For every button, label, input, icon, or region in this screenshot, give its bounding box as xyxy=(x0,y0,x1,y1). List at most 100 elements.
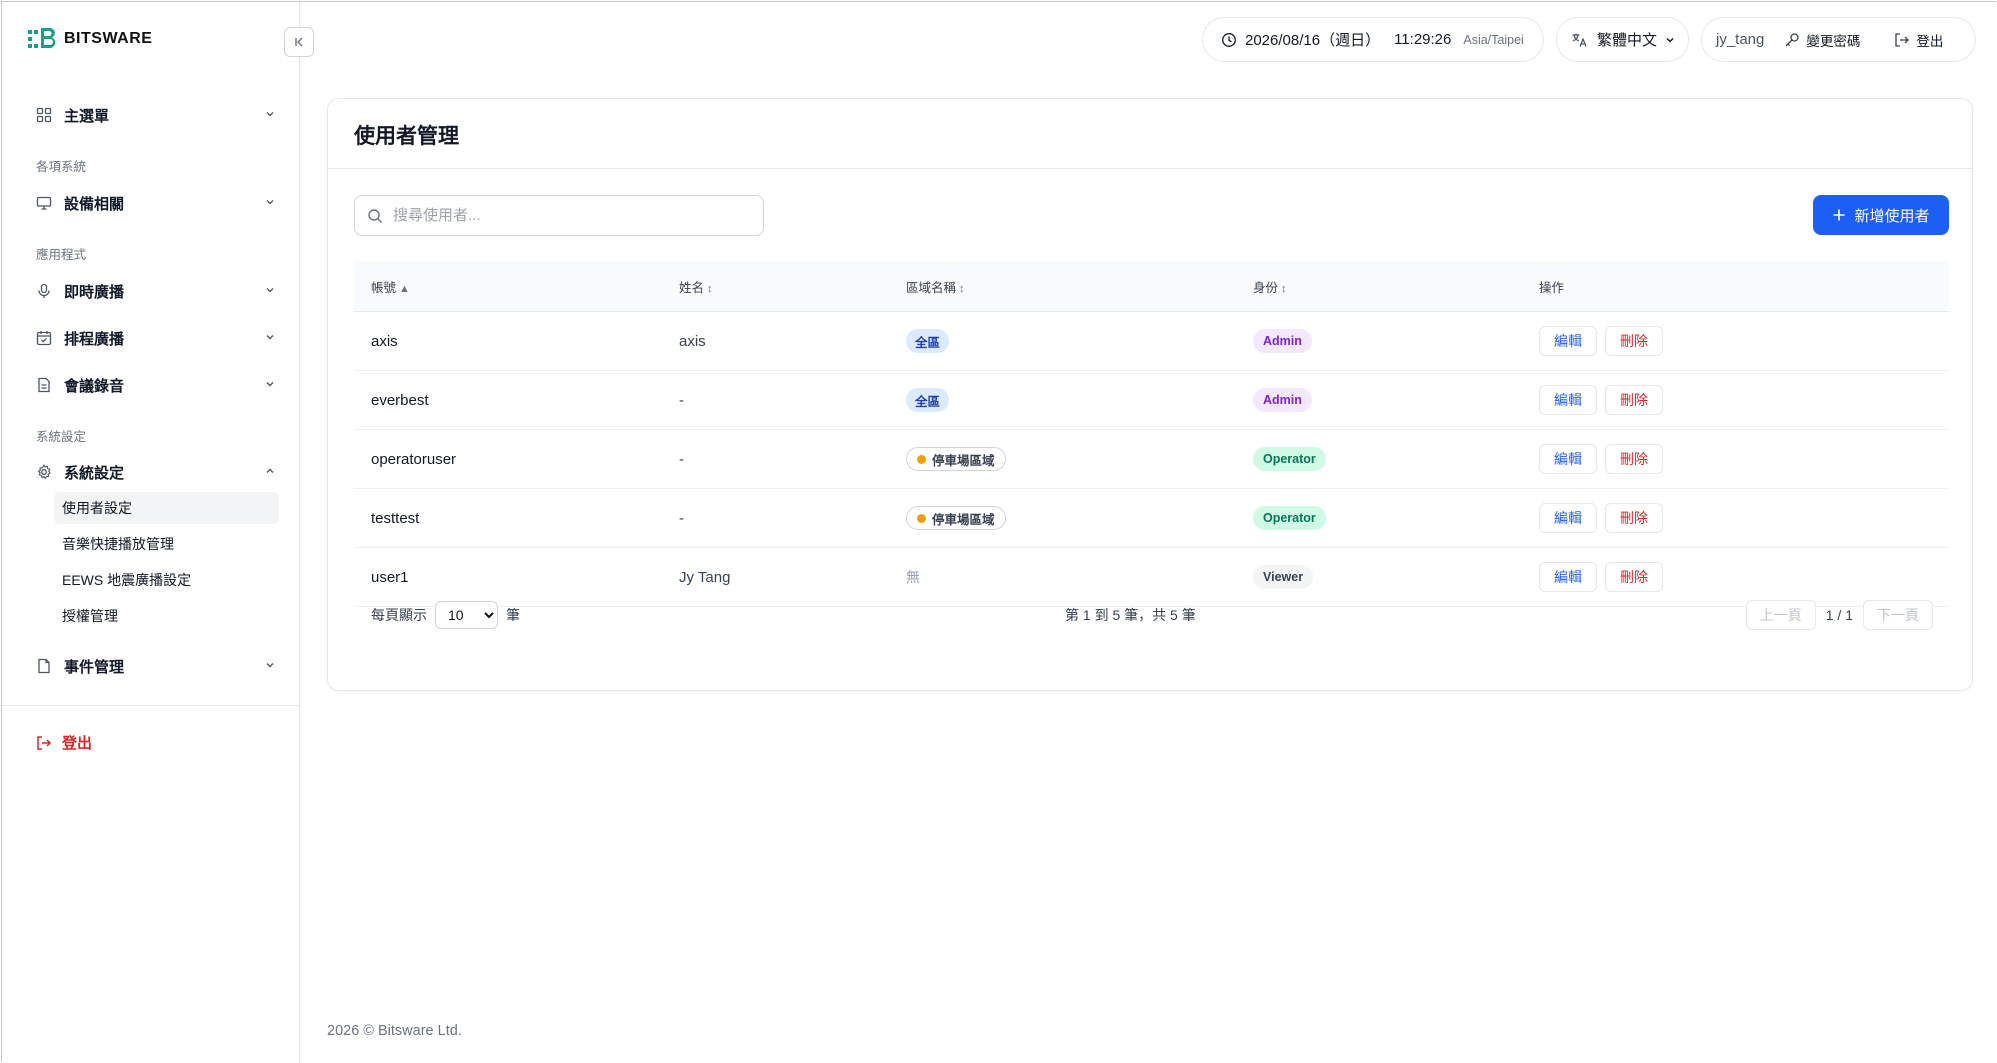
search-icon xyxy=(368,208,382,223)
per-page-label: 每頁顯示 xyxy=(371,607,427,623)
cell-role: Operator xyxy=(1253,447,1539,471)
change-password-label: 變更密碼 xyxy=(1806,33,1861,49)
brand-name: BITSWARE xyxy=(64,30,153,47)
username: jy_tang xyxy=(1716,31,1765,48)
zone-badge: 停車場區域 xyxy=(906,506,1006,530)
nav-system-settings[interactable]: 系統設定 xyxy=(36,457,276,487)
cell-name: - xyxy=(679,509,684,527)
search-input[interactable] xyxy=(393,207,753,224)
per-page-select[interactable]: 10 xyxy=(435,601,498,629)
cell-actions: 編輯 刪除 xyxy=(1539,444,1949,474)
edit-button[interactable]: 編輯 xyxy=(1539,503,1597,533)
add-user-button[interactable]: 新增使用者 xyxy=(1813,195,1949,235)
sub-item-license[interactable]: 授權管理 xyxy=(54,600,279,632)
section-systems: 各項系統 xyxy=(36,160,87,174)
sidebar-logout-button[interactable]: 登出 xyxy=(36,732,92,753)
plus-icon xyxy=(1833,209,1845,221)
role-badge: Admin xyxy=(1253,329,1312,353)
cell-actions: 編輯 刪除 xyxy=(1539,503,1949,533)
delete-button[interactable]: 刪除 xyxy=(1605,326,1663,356)
cell-name: axis xyxy=(679,332,706,350)
nav-system-settings-label: 系統設定 xyxy=(64,464,125,482)
chevron-down-icon xyxy=(266,200,274,205)
cell-actions: 編輯 刪除 xyxy=(1539,562,1949,592)
top-logout-label: 登出 xyxy=(1916,33,1944,49)
logout-icon xyxy=(1895,32,1910,47)
card-divider xyxy=(328,168,1972,169)
nav-scheduled-broadcast-label: 排程廣播 xyxy=(64,330,125,348)
nav-main-menu-label: 主選單 xyxy=(64,107,110,125)
pagination: 每頁顯示 10 筆 第 1 到 5 筆，共 5 筆 上一頁 1 / 1 下一頁 xyxy=(354,593,1949,637)
chevron-down-icon xyxy=(266,112,274,117)
zone-label: 停車場區域 xyxy=(932,512,995,527)
next-page-button[interactable]: 下一頁 xyxy=(1863,600,1933,630)
footer-copyright: 2026 © Bitsware Ltd. xyxy=(327,1023,462,1039)
table-row: axis axis 全區 Admin 編輯 刪除 xyxy=(354,312,1949,371)
top-logout-button[interactable]: 登出 xyxy=(1894,30,1943,50)
cell-zone: 停車場區域 xyxy=(906,447,1253,471)
header-account[interactable]: 帳號 ▲ xyxy=(354,277,679,296)
language-label: 繁體中文 xyxy=(1597,32,1658,49)
logo-mark-icon xyxy=(28,26,58,52)
page-title: 使用者管理 xyxy=(354,125,459,148)
zone-badge: 全區 xyxy=(906,329,950,353)
sub-item-user-settings[interactable]: 使用者設定 xyxy=(54,492,279,524)
delete-button[interactable]: 刪除 xyxy=(1605,503,1663,533)
sub-item-music-shortcut[interactable]: 音樂快捷播放管理 xyxy=(54,528,279,560)
chevron-down-icon xyxy=(266,382,274,387)
cell-zone: 全區 xyxy=(906,329,1253,353)
chevron-down-icon xyxy=(1666,37,1674,43)
search-box[interactable] xyxy=(354,195,764,236)
nav-meeting-recording-label: 會議錄音 xyxy=(64,377,125,395)
language-selector[interactable]: 繁體中文 xyxy=(1556,17,1689,62)
delete-button[interactable]: 刪除 xyxy=(1605,444,1663,474)
sort-icon: ↕ xyxy=(1281,282,1287,295)
sub-item-eews-settings[interactable]: EEWS 地震廣播設定 xyxy=(54,564,279,596)
delete-button[interactable]: 刪除 xyxy=(1605,562,1663,592)
cell-zone: 停車場區域 xyxy=(906,506,1253,530)
nav-meeting-recording[interactable]: 會議錄音 xyxy=(36,370,276,400)
cell-account: operatoruser xyxy=(371,450,457,468)
page-indicator: 1 / 1 xyxy=(1825,607,1853,623)
cell-name: Jy Tang xyxy=(679,568,731,586)
delete-button[interactable]: 刪除 xyxy=(1605,385,1663,415)
section-apps: 應用程式 xyxy=(36,248,87,262)
nav-devices[interactable]: 設備相關 xyxy=(36,188,276,218)
zone-badge: 全區 xyxy=(906,388,950,412)
header-account-label: 帳號 xyxy=(371,280,397,295)
cell-role: Viewer xyxy=(1253,565,1539,589)
edit-button[interactable]: 編輯 xyxy=(1539,385,1597,415)
nav-scheduled-broadcast[interactable]: 排程廣播 xyxy=(36,323,276,353)
header-actions: 操作 xyxy=(1539,280,1565,295)
edit-button[interactable]: 編輯 xyxy=(1539,562,1597,592)
sidebar: BITSWARE 主選單 各項系統 設備相關 應用程式 即時廣播 排程廣播 會議… xyxy=(2,2,314,1063)
change-password-button[interactable]: 變更密碼 xyxy=(1784,30,1860,50)
header-name[interactable]: 姓名 ↕ xyxy=(679,277,906,296)
key-icon xyxy=(1785,32,1800,46)
edit-button[interactable]: 編輯 xyxy=(1539,444,1597,474)
header-role[interactable]: 身份 ↕ xyxy=(1253,277,1539,296)
edit-button[interactable]: 編輯 xyxy=(1539,326,1597,356)
gear-icon xyxy=(37,464,51,480)
cell-account: everbest xyxy=(371,391,429,409)
current-date: 2026/08/16（週日） xyxy=(1245,32,1381,49)
role-badge: Operator xyxy=(1253,506,1326,530)
cell-actions: 編輯 刪除 xyxy=(1539,326,1949,356)
zone-dot-icon xyxy=(917,513,926,523)
nav-devices-label: 設備相關 xyxy=(64,195,125,213)
collapse-sidebar-button[interactable] xyxy=(284,27,314,57)
file-icon xyxy=(38,658,50,674)
header-zone[interactable]: 區域名稱 ↕ xyxy=(906,277,1253,296)
nav-events[interactable]: 事件管理 xyxy=(36,651,276,681)
header-zone-label: 區域名稱 xyxy=(906,280,957,295)
nav-live-broadcast[interactable]: 即時廣播 xyxy=(36,276,276,306)
translate-icon xyxy=(1572,33,1587,47)
document-icon xyxy=(38,377,50,393)
brand-logo[interactable]: BITSWARE xyxy=(28,26,152,52)
cell-account: user1 xyxy=(371,568,409,586)
nav-main-menu[interactable]: 主選單 xyxy=(36,100,276,130)
sidebar-logout-label: 登出 xyxy=(62,735,93,752)
prev-page-button[interactable]: 上一頁 xyxy=(1745,600,1816,630)
per-page-control: 每頁顯示 10 筆 xyxy=(371,601,520,629)
section-settings: 系統設定 xyxy=(36,430,87,444)
